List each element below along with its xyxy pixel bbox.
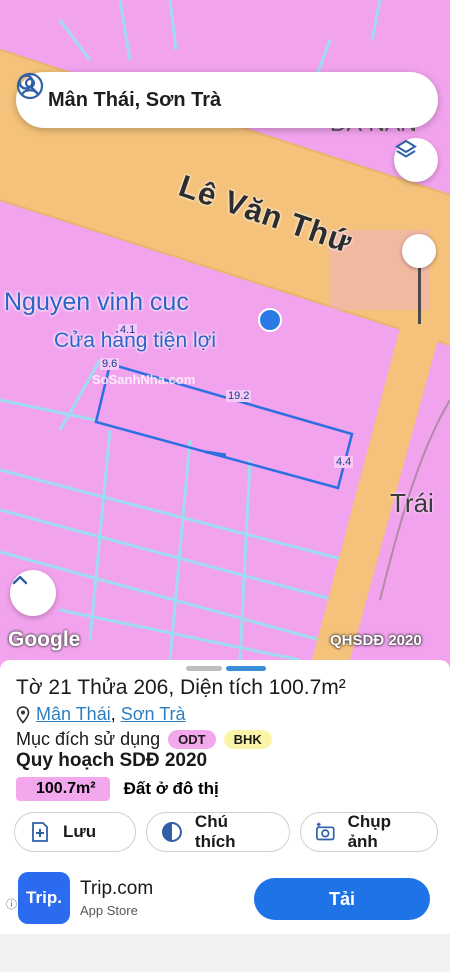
area-type: Đất ở đô thị <box>123 779 219 798</box>
layers-button[interactable] <box>394 138 438 182</box>
plan-title: Quy hoạch SDĐ 2020 <box>16 750 208 771</box>
svg-text:SoSanhNha.com: SoSanhNha.com <box>92 372 195 387</box>
district-link[interactable]: Sơn Trà <box>121 704 186 725</box>
area-badge: 100.7m² <box>16 777 110 801</box>
sheet-handle-active[interactable] <box>226 666 266 671</box>
address-separator: , <box>110 704 121 724</box>
area-label-right: Trái <box>390 488 434 518</box>
save-button[interactable]: Lưu <box>14 812 136 852</box>
sheet-handle[interactable] <box>186 666 222 671</box>
ward-link[interactable]: Mân Thái <box>36 704 111 725</box>
action-row: Lưu Chú thích Chụp ảnh <box>14 812 438 852</box>
ad-info-icon[interactable]: ⓘ <box>6 896 17 912</box>
location-pin-icon <box>16 705 30 724</box>
tag-odt[interactable]: ODT <box>168 730 216 749</box>
land-use-purpose: Mục đích sử dụng ODT BHK <box>16 729 272 750</box>
google-logo: Google <box>8 628 81 651</box>
ad-app-name[interactable]: Trip.com <box>80 878 153 900</box>
search-bar[interactable]: Mân Thái, Sơn Trà <box>16 72 438 128</box>
capture-button[interactable]: Chụp ảnh <box>300 812 438 852</box>
dimension-top: 4.1 <box>118 324 138 336</box>
search-icon[interactable] <box>16 72 40 96</box>
bottom-strip <box>0 934 450 972</box>
area-row: 100.7m² Đất ở đô thị <box>16 777 219 801</box>
overlay-label: QHSDĐ 2020 <box>330 632 422 649</box>
contrast-icon <box>161 822 182 842</box>
purpose-label: Mục đích sử dụng <box>16 729 161 749</box>
legend-button[interactable]: Chú thích <box>146 812 290 852</box>
dimension-length: 19.2 <box>226 390 252 402</box>
chevron-up-icon <box>12 575 28 585</box>
dimension-left: 9.6 <box>100 358 120 370</box>
poi-name[interactable]: Nguyen vinh cuc <box>4 288 189 317</box>
trip-logo[interactable]: Trip. <box>18 872 70 924</box>
ad-banner[interactable]: ⓘ Trip. Trip.com App Store Tải <box>0 864 450 934</box>
bookmark-add-icon <box>32 822 48 842</box>
dimension-right: 4.4 <box>334 456 354 468</box>
save-label: Lưu <box>63 822 97 841</box>
map-view[interactable]: SoSanhNha.com ĐÀ NẴN Lê Văn Thứ Nguyen v… <box>0 0 450 660</box>
legend-label: Chú thích <box>194 812 236 851</box>
ad-store: App Store <box>80 903 138 918</box>
tag-bhk[interactable]: BHK <box>223 730 272 749</box>
parcel-address: Mân Thái, Sơn Trà <box>16 704 186 725</box>
install-button[interactable]: Tải <box>254 878 430 920</box>
capture-label: Chụp ảnh <box>347 812 392 851</box>
opacity-slider-handle[interactable] <box>402 234 436 268</box>
camera-add-icon <box>316 822 335 841</box>
expand-button[interactable] <box>10 570 56 616</box>
search-query[interactable]: Mân Thái, Sơn Trà <box>48 89 422 112</box>
layers-icon <box>395 139 417 158</box>
parcel-info-sheet: Tờ 21 Thửa 206, Diện tích 100.7m² Mân Th… <box>0 660 450 972</box>
shop-icon[interactable] <box>258 308 282 332</box>
parcel-title: Tờ 21 Thửa 206, Diện tích 100.7m² <box>16 676 346 699</box>
